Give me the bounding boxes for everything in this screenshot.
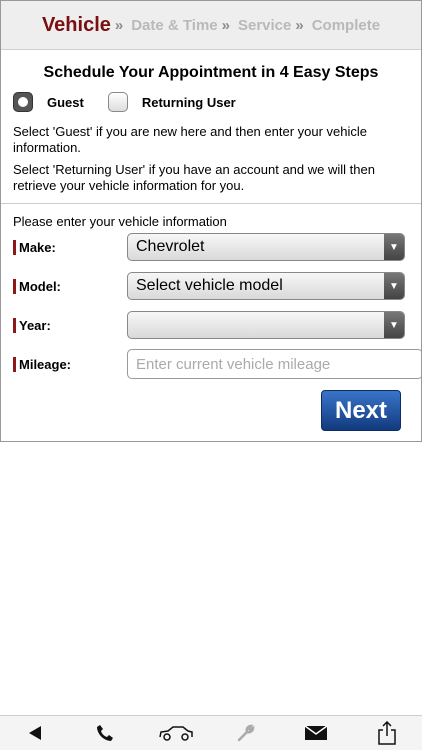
step-service: Service	[237, 16, 292, 34]
step-separator: »	[114, 16, 124, 34]
year-label: Year:	[13, 317, 127, 333]
model-label: Model:	[13, 278, 127, 294]
phone-icon[interactable]	[85, 718, 125, 748]
returning-info-text: Select 'Returning User' if you have an a…	[13, 162, 375, 193]
mileage-input[interactable]: Enter current vehicle mileage	[127, 349, 422, 379]
guest-radio[interactable]	[13, 92, 33, 112]
make-row: Make: Chevrolet ▼	[13, 233, 405, 261]
year-row: Year: ▼	[13, 311, 405, 339]
step-progress: Vehicle » Date & Time » Service » Comple…	[1, 1, 421, 50]
back-icon[interactable]	[15, 718, 55, 748]
bottom-toolbar	[0, 715, 422, 750]
year-select[interactable]: ▼	[127, 311, 405, 339]
next-button[interactable]: Next	[321, 390, 401, 431]
chevron-down-icon: ▼	[384, 273, 404, 299]
user-type-radios: Guest Returning User	[13, 92, 421, 112]
step-date-time: Date & Time	[131, 16, 218, 34]
chevron-down-icon: ▼	[384, 234, 404, 260]
returning-user-radio[interactable]	[107, 92, 128, 112]
vehicle-info-prompt: Please enter your vehicle information	[13, 214, 227, 229]
step-complete: Complete	[311, 16, 381, 34]
step-separator: »	[221, 16, 230, 34]
divider	[1, 203, 421, 204]
returning-user-label[interactable]: Returning User	[142, 95, 236, 110]
make-select[interactable]: Chevrolet ▼	[127, 233, 405, 261]
step-vehicle: Vehicle	[41, 13, 111, 36]
model-select[interactable]: Select vehicle model ▼	[127, 272, 405, 300]
page-title: Schedule Your Appointment in 4 Easy Step…	[43, 64, 379, 81]
mileage-label: Mileage:	[13, 356, 127, 372]
appointment-card: Vehicle » Date & Time » Service » Comple…	[0, 0, 422, 442]
share-icon[interactable]	[367, 718, 407, 748]
mileage-row: Mileage: Enter current vehicle mileage	[13, 349, 422, 379]
step-separator: »	[295, 16, 304, 34]
wrench-icon[interactable]	[226, 718, 266, 748]
mail-icon[interactable]	[296, 718, 336, 748]
car-icon[interactable]	[156, 718, 196, 748]
guest-label[interactable]: Guest	[47, 95, 84, 110]
model-row: Model: Select vehicle model ▼	[13, 272, 405, 300]
make-value: Chevrolet	[136, 238, 205, 255]
guest-info-text: Select 'Guest' if you are new here and t…	[13, 124, 368, 155]
make-label: Make:	[13, 239, 127, 255]
chevron-down-icon: ▼	[384, 312, 404, 338]
model-value: Select vehicle model	[136, 277, 283, 294]
